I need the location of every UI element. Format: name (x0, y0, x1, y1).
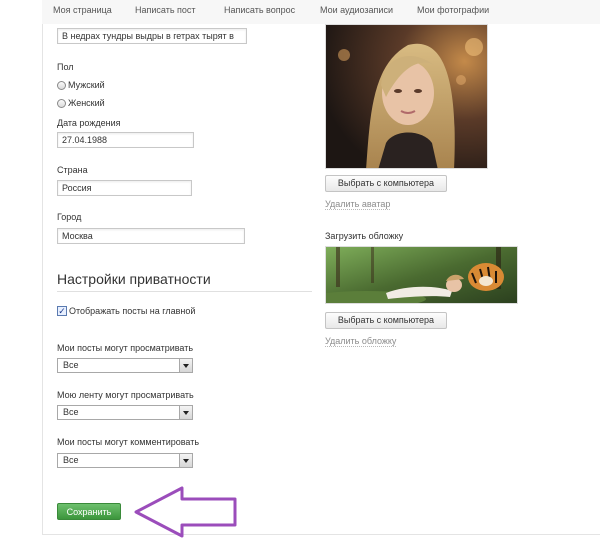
cover-photo-icon (326, 247, 517, 303)
feed-view-value: Все (63, 407, 79, 417)
annotation-arrow-icon (134, 486, 237, 538)
gender-female-label: Женский (68, 98, 105, 108)
country-input[interactable] (57, 180, 192, 196)
privacy-title: Настройки приватности (57, 271, 211, 287)
feed-view-label: Мою ленту могут просматривать (57, 390, 194, 400)
gender-female-radio[interactable] (57, 99, 66, 108)
posts-comment-select[interactable]: Все (57, 453, 193, 468)
nav-my-audio[interactable]: Мои аудиозаписи (320, 5, 393, 15)
section-divider (57, 291, 312, 292)
status-input[interactable] (57, 28, 247, 44)
show-posts-label: Отображать посты на главной (69, 306, 196, 316)
gender-label: Пол (57, 62, 74, 72)
nav-my-photos[interactable]: Мои фотографии (417, 5, 489, 15)
posts-comment-value: Все (63, 455, 79, 465)
save-button[interactable]: Сохранить (57, 503, 121, 520)
nav-write-question[interactable]: Написать вопрос (224, 5, 295, 15)
cover-upload-button[interactable]: Выбрать с компьютера (325, 312, 447, 329)
posts-view-label: Мои посты могут просматривать (57, 343, 194, 353)
delete-avatar-link[interactable]: Удалить аватар (325, 199, 391, 210)
country-label: Страна (57, 165, 88, 175)
avatar-upload-button[interactable]: Выбрать с компьютера (325, 175, 447, 192)
posts-view-value: Все (63, 360, 79, 370)
birthdate-input[interactable] (57, 132, 194, 148)
cover-image (325, 246, 518, 304)
cover-upload-label: Загрузить обложку (325, 231, 404, 241)
avatar-image (325, 24, 488, 169)
city-label: Город (57, 212, 82, 222)
city-input[interactable] (57, 228, 245, 244)
dropdown-arrow-icon (179, 359, 192, 372)
avatar-photo-icon (326, 25, 487, 168)
gender-male-radio[interactable] (57, 81, 66, 90)
gender-male-label: Мужский (68, 80, 105, 90)
posts-comment-label: Мои посты могут комментировать (57, 437, 200, 447)
dropdown-arrow-icon (179, 454, 192, 467)
show-posts-checkbox[interactable]: ✓ (57, 306, 67, 316)
dropdown-arrow-icon (179, 406, 192, 419)
nav-write-post[interactable]: Написать пост (135, 5, 196, 15)
top-nav: Моя страница Написать пост Написать вопр… (42, 0, 600, 25)
nav-my-page[interactable]: Моя страница (53, 5, 112, 15)
posts-view-select[interactable]: Все (57, 358, 193, 373)
delete-cover-link[interactable]: Удалить обложку (325, 336, 397, 347)
feed-view-select[interactable]: Все (57, 405, 193, 420)
birthdate-label: Дата рождения (57, 118, 121, 128)
